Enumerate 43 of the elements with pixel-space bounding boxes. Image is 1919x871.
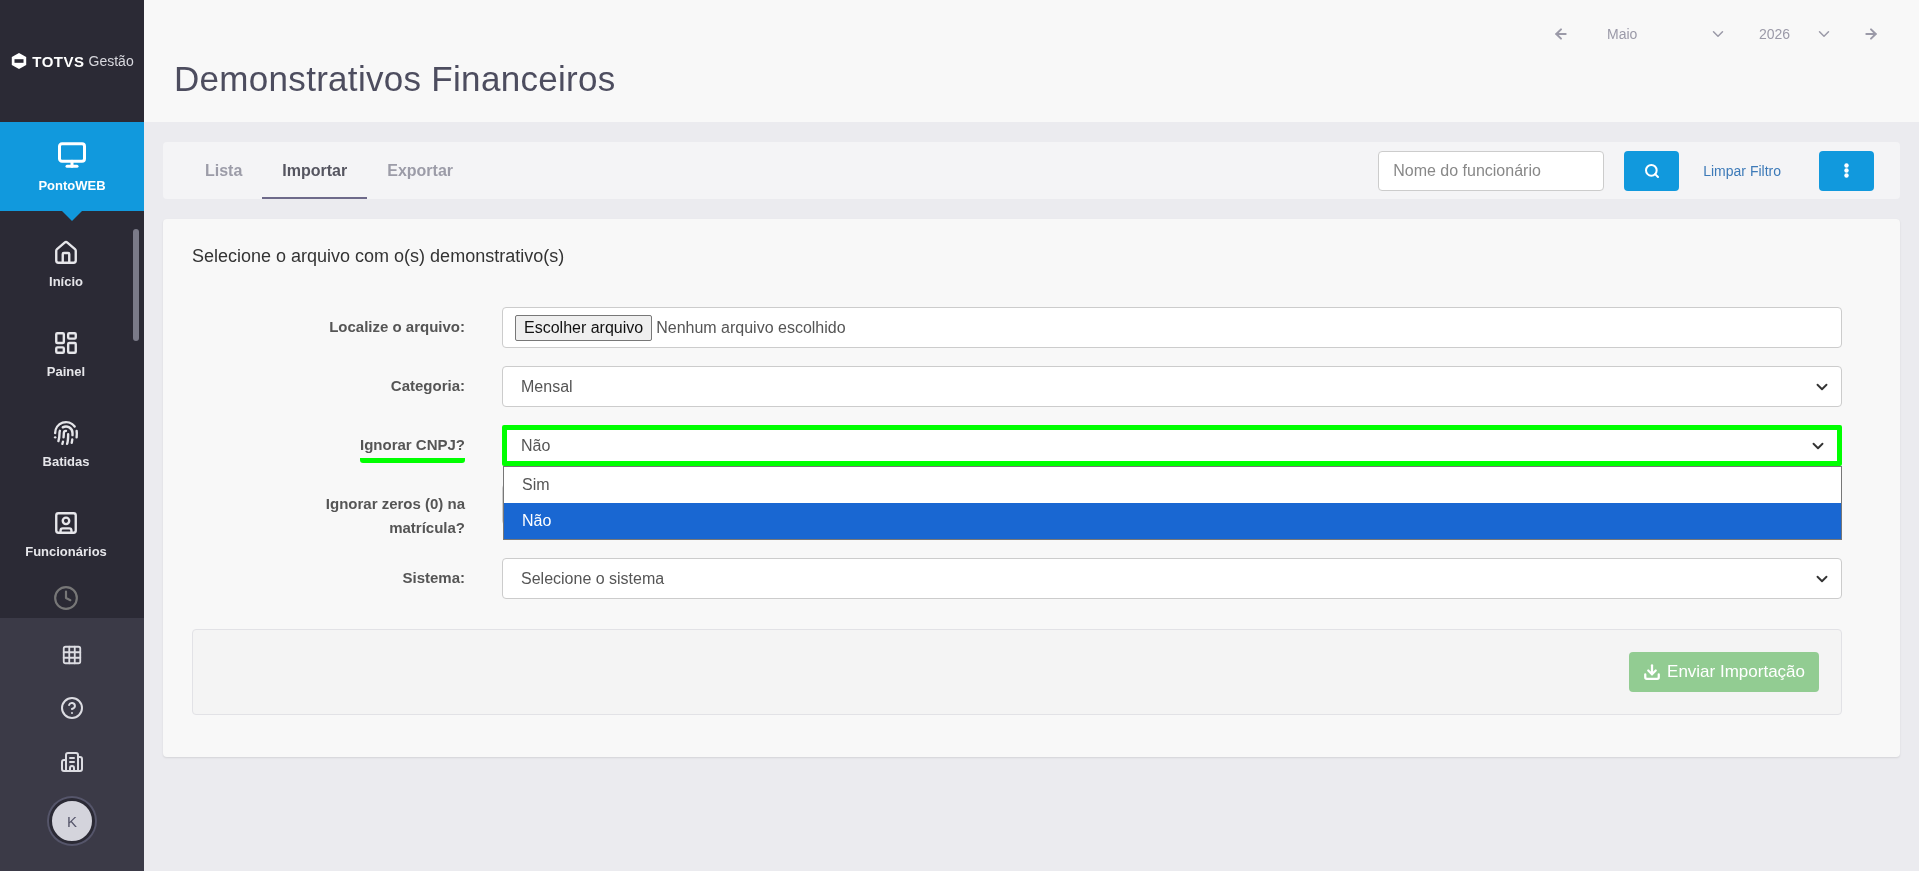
more-vertical-icon (1844, 163, 1849, 178)
field-label: Categoria: (390, 376, 465, 396)
active-pointer-icon (62, 211, 82, 221)
sidebar-item[interactable]: Início (0, 219, 132, 309)
select-field[interactable]: Selecione o sistema (502, 558, 1842, 599)
dashboard-icon (53, 329, 79, 356)
sidebar-item[interactable]: Funcionários (0, 489, 132, 579)
employee-search-field[interactable]: Nome do funcionário (1378, 150, 1605, 191)
tab[interactable]: Importar (262, 142, 368, 199)
logo-icon (10, 52, 29, 70)
file-input-field[interactable]: Escolher arquivo Nenhum arquivo escolhido (502, 307, 1842, 348)
select-field[interactable]: Não (502, 425, 1842, 466)
field-label: Ignorar CNPJ? (360, 425, 465, 463)
fingerprint-icon (53, 419, 79, 446)
select-field[interactable]: Mensal (502, 366, 1842, 407)
page-title: Demonstrativos Financeiros (174, 59, 616, 100)
more-options-button[interactable] (1819, 150, 1874, 191)
download-icon (1643, 663, 1662, 681)
help-icon[interactable] (60, 696, 84, 720)
monitor-icon (57, 140, 87, 170)
sidebar-item[interactable]: Batidas (0, 399, 132, 489)
user-avatar[interactable]: K (49, 798, 95, 844)
file-status-text: Nenhum arquivo escolhido (656, 318, 846, 337)
search-icon (1643, 162, 1660, 179)
building-icon[interactable] (60, 750, 84, 774)
choose-file-button[interactable]: Escolher arquivo (515, 314, 653, 341)
field-label: Sistema: (402, 568, 465, 588)
previous-arrow-icon[interactable] (1553, 26, 1569, 42)
logo-product: Gestão (88, 53, 134, 69)
form-heading: Selecione o arquivo com o(s) demonstrativo(s) (192, 246, 566, 267)
logo-brand: TOTVS (32, 52, 85, 70)
search-button[interactable] (1624, 150, 1680, 191)
field-label: Localize o arquivo: (329, 317, 465, 337)
scrollbar-thumb[interactable] (133, 229, 139, 341)
clock-icon (53, 585, 79, 611)
house-icon (53, 239, 79, 266)
dropdown-option[interactable]: Não (504, 503, 1841, 539)
apps-grid-icon[interactable] (61, 644, 83, 666)
sidebar-item[interactable]: Painel (0, 309, 132, 399)
id-badge-icon (53, 509, 79, 536)
clear-filter-link[interactable]: Limpar Filtro (1697, 161, 1787, 180)
next-arrow-icon[interactable] (1863, 26, 1879, 42)
field-label: Ignorar zeros (0) na matrícula? (324, 494, 465, 538)
